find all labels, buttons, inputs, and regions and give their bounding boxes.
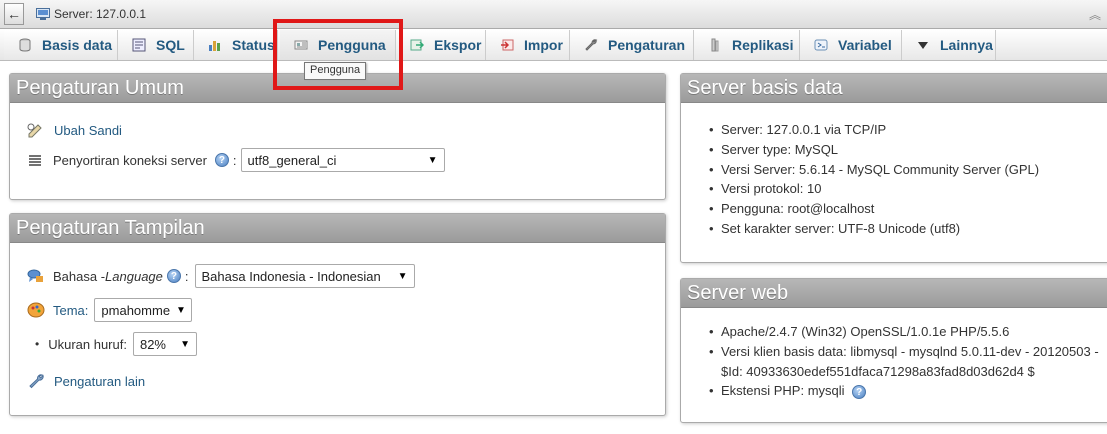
language-label-italic: Language [105,268,163,284]
change-password-link[interactable]: Ubah Sandi [54,123,122,138]
language-label: Bahasa - [53,268,106,284]
font-size-label: Ukuran huruf: [48,336,127,352]
database-server-panel: Server basis data Server: 127.0.0.1 via … [680,73,1107,263]
dropdown-triangle-icon [918,42,928,49]
more-settings-row: Pengaturan lain [27,373,145,389]
tab-export[interactable]: Ekspor [396,30,486,60]
replication-icon [711,38,719,52]
theme-value: pmahomme [101,302,171,318]
language-value: Bahasa Indonesia - Indonesian [201,268,381,284]
tab-import[interactable]: Impor [486,30,570,60]
database-icon [19,38,31,52]
font-size-select[interactable]: 82% ▼ [132,332,197,356]
tab-databases[interactable]: Basis data [4,30,118,60]
server-title[interactable]: Server: 127.0.0.1 [54,7,146,21]
font-size-row: • Ukuran huruf: 82% ▼ [35,332,197,356]
chevron-down-icon: ▼ [176,304,186,316]
list-item: Server type: MySQL [681,140,1039,160]
status-chart-icon [209,41,220,51]
theme-palette-icon [27,302,45,318]
chevron-down-icon: ▼ [397,270,408,282]
language-row: Bahasa - Language ? : Bahasa Indonesia -… [27,264,415,288]
collation-value: utf8_general_ci [247,152,337,168]
more-settings-link[interactable]: Pengaturan lain [54,374,145,389]
chevron-down-icon: ▼ [180,338,190,350]
sql-icon [132,38,146,52]
chevron-down-icon: ▼ [427,154,438,166]
tab-label: Status [232,37,275,53]
collation-label: Penyortiran koneksi server [53,152,207,168]
list-item: Server: 127.0.0.1 via TCP/IP [681,120,1039,140]
tab-label: Variabel [838,37,892,53]
list-item: Versi klien basis data: libmysql - mysql… [681,342,1099,362]
tab-replication[interactable]: Replikasi [694,30,800,60]
theme-row: Tema: pmahomme ▼ [27,298,193,322]
general-settings-panel: Pengaturan Umum Ubah Sandi Penyortiran k… [9,73,666,200]
list-item: Ekstensi PHP: mysqli ? [681,381,1099,401]
help-icon[interactable]: ? [852,385,867,400]
change-password-row: Ubah Sandi [27,122,122,138]
tab-label: Replikasi [732,37,794,53]
php-extension-text: Ekstensi PHP: mysqli [721,383,845,399]
server-icon [36,8,50,20]
panel-title: Server basis data [681,74,1107,103]
web-server-panel: Server web Apache/2.4.7 (Win32) OpenSSL/… [680,278,1107,423]
list-item: Apache/2.4.7 (Win32) OpenSSL/1.0.1e PHP/… [681,322,1099,342]
wrench-icon [585,39,598,51]
import-icon [501,39,514,51]
list-item: Versi Server: 5.6.14 - MySQL Community S… [681,160,1039,180]
collation-row: Penyortiran koneksi server ? : utf8_gene… [27,148,445,172]
font-size-value: 82% [139,336,166,352]
database-server-info-list: Server: 127.0.0.1 via TCP/IP Server type… [681,120,1039,239]
help-icon[interactable]: ? [214,153,229,167]
tab-label: Pengaturan [608,37,686,53]
variables-icon [814,39,828,51]
tab-more[interactable]: Lainnya [902,30,996,60]
help-icon[interactable]: ? [166,269,181,283]
key-pen-icon [27,123,42,138]
theme-select[interactable]: pmahomme ▼ [94,298,193,322]
export-icon [410,39,424,51]
panel-title: Pengaturan Tampilan [10,214,665,243]
wrench-icon [29,374,44,389]
list-item: Pengguna: root@localhost [681,199,1039,219]
language-select[interactable]: Bahasa Indonesia - Indonesian ▼ [194,264,415,288]
language-icon [27,269,43,282]
theme-link[interactable]: Tema: [53,303,88,318]
collapse-icon[interactable]: ︽ [1089,6,1101,23]
tab-label: Basis data [42,37,113,53]
server-breadcrumb-bar: ← Server: 127.0.0.1 ︽ [0,0,1107,29]
collation-select[interactable]: utf8_general_ci ▼ [240,148,445,172]
web-server-info-list: Apache/2.4.7 (Win32) OpenSSL/1.0.1e PHP/… [681,322,1099,401]
main-tabs: Basis data SQL Status Pengguna Ekspor Im… [0,29,1107,61]
tab-variables[interactable]: Variabel [800,30,902,60]
tab-sql[interactable]: SQL [118,30,194,60]
appearance-settings-panel: Pengaturan Tampilan Bahasa - Language ? … [9,213,666,416]
tab-label: Ekspor [434,37,482,53]
back-button[interactable]: ← [4,3,24,25]
tab-label: Lainnya [940,37,993,53]
list-item: Versi protokol: 10 [681,179,1039,199]
tab-status[interactable]: Status [194,30,278,60]
tab-label: SQL [156,37,185,53]
list-item: Set karakter server: UTF-8 Unicode (utf8… [681,219,1039,239]
tab-label: Impor [524,37,563,53]
list-item-continuation: $Id: 40933630edef551dfaca71298a83fad8d03… [721,363,1035,379]
list-icon [29,155,41,166]
tab-settings[interactable]: Pengaturan [570,30,694,60]
panel-title: Server web [681,279,1107,308]
highlight-box [273,19,403,90]
